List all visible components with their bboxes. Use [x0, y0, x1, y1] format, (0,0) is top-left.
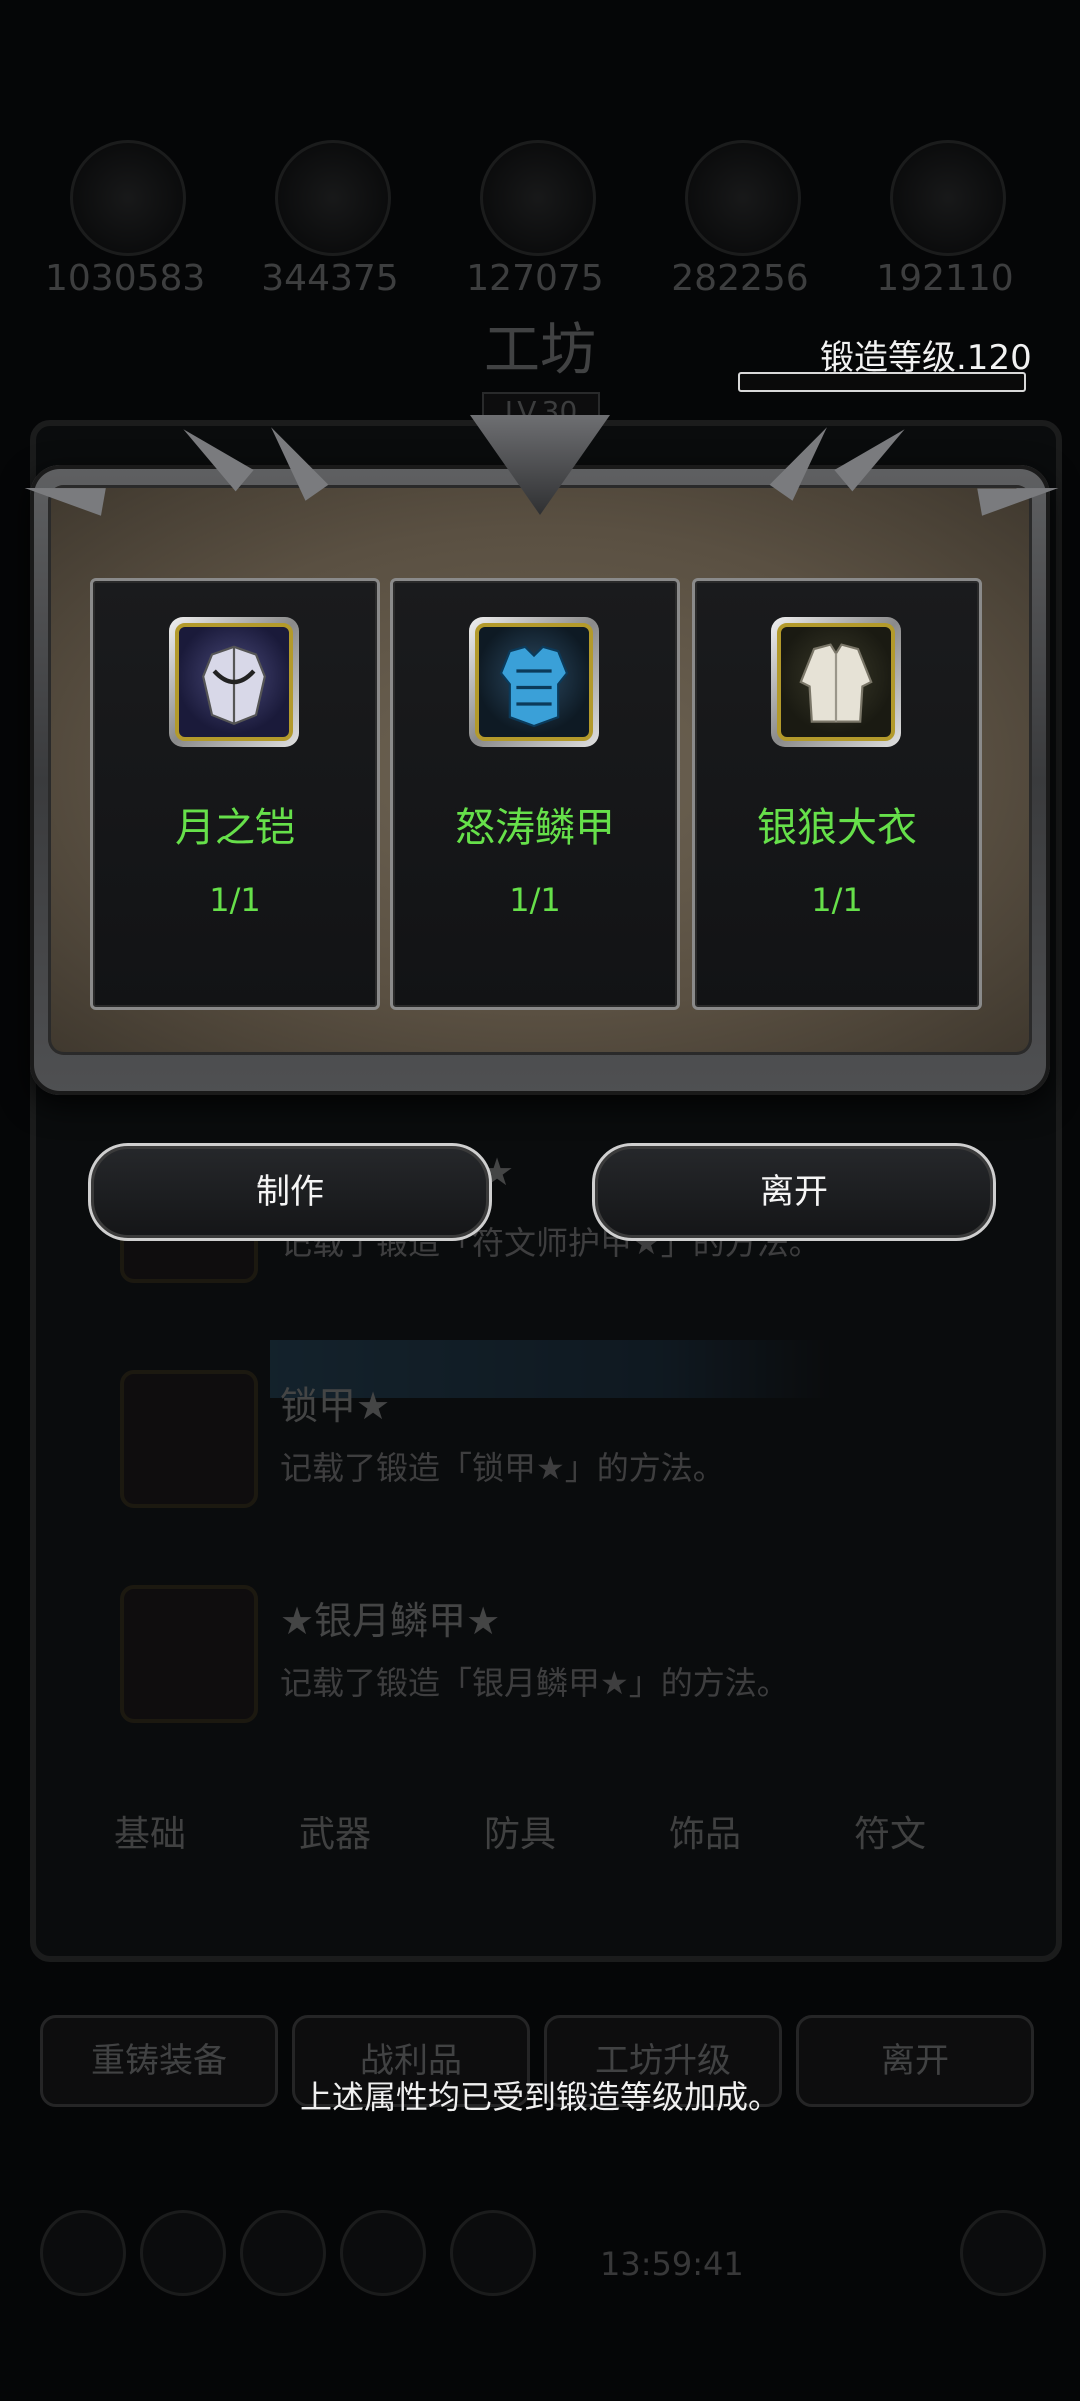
silver-wolf-coat-icon: [777, 623, 895, 741]
nav-icon[interactable]: [40, 2210, 126, 2296]
leave-button[interactable]: 离开: [592, 1143, 996, 1241]
item-name: 怒涛鳞甲: [455, 805, 615, 851]
resource-icon: [275, 140, 391, 256]
item-slot: [771, 617, 901, 747]
nav-icon[interactable]: [240, 2210, 326, 2296]
tab-rune[interactable]: 符文: [800, 1805, 980, 1857]
craft-button[interactable]: 制作: [88, 1143, 492, 1241]
list-item[interactable]: 锁甲★ 记载了锻造「锁甲★」的方法。: [90, 1355, 990, 1535]
tab-accessory[interactable]: 饰品: [615, 1805, 795, 1857]
item-card[interactable]: 怒涛鳞甲 1/1: [390, 578, 680, 1010]
resource-icon: [890, 140, 1006, 256]
nav-icon[interactable]: [340, 2210, 426, 2296]
resource-value: 192110: [876, 258, 1014, 299]
recipe-title: ★银月鳞甲★: [280, 1599, 501, 1643]
item-name: 月之铠: [175, 805, 295, 851]
item-card[interactable]: 银狼大衣 1/1: [692, 578, 982, 1010]
bonus-notice: 上述属性均已受到锻造等级加成。: [299, 2078, 780, 2116]
nav-icon[interactable]: [140, 2210, 226, 2296]
item-name: 银狼大衣: [757, 805, 917, 851]
nav-icon[interactable]: [450, 2210, 536, 2296]
recipe-desc: 记载了锻造「银月鳞甲★」的方法。: [280, 1664, 789, 1702]
resource-icon: [480, 140, 596, 256]
item-slot: [169, 617, 299, 747]
bottom-nav: [30, 2160, 1050, 2340]
list-item[interactable]: ★银月鳞甲★ 记载了锻造「银月鳞甲★」的方法。: [90, 1570, 990, 1750]
crafted-items: 月之铠 1/1 怒涛鳞甲 1/1 银狼大衣 1/1: [90, 578, 988, 1010]
recipe-desc: 记载了锻造「锁甲★」的方法。: [280, 1449, 725, 1487]
tab-armor[interactable]: 防具: [430, 1805, 610, 1857]
item-count: 1/1: [811, 881, 863, 919]
tab-basic[interactable]: 基础: [60, 1805, 240, 1857]
resource-value: 282256: [671, 258, 809, 299]
resource-icon: [70, 140, 186, 256]
category-tabs: 基础 武器 防具 饰品 符文: [60, 1805, 1020, 1875]
timer: 13:59:41: [600, 2245, 744, 2283]
recipe-title: 锁甲★: [280, 1384, 391, 1428]
moon-armor-icon: [175, 623, 293, 741]
item-slot: [469, 617, 599, 747]
recipe-thumb: [120, 1370, 258, 1508]
item-card[interactable]: 月之铠 1/1: [90, 578, 380, 1010]
tab-weapon[interactable]: 武器: [245, 1805, 425, 1857]
nav-icon[interactable]: [960, 2210, 1046, 2296]
forge-level-progress: [738, 372, 1026, 392]
resource-value: 344375: [261, 258, 399, 299]
recipe-thumb: [120, 1585, 258, 1723]
resource-bar: 1030583 344375 127075 282256 192110: [30, 140, 1050, 300]
resource-value: 1030583: [45, 258, 206, 299]
raging-scale-armor-icon: [475, 623, 593, 741]
resource-value: 127075: [466, 258, 604, 299]
resource-icon: [685, 140, 801, 256]
item-count: 1/1: [209, 881, 261, 919]
item-count: 1/1: [509, 881, 561, 919]
